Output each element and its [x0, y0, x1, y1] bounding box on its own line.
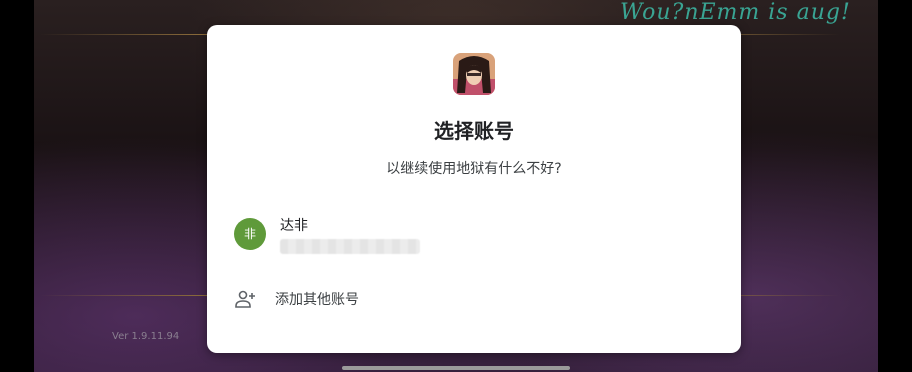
version-label: Ver 1.9.11.94: [112, 331, 180, 342]
person-add-icon: [233, 287, 257, 311]
account-item[interactable]: 非 达非: [207, 207, 741, 263]
add-account-label: 添加其他账号: [275, 292, 359, 308]
dialog-subtitle: 以继续使用地狱有什么不好?: [386, 161, 562, 177]
screen: Wou?nEmm is aug! Ver 1.9.11.94 选择账号 以继续使…: [0, 0, 912, 372]
account-name: 达非: [280, 218, 308, 234]
add-account-button[interactable]: 添加其他账号: [207, 279, 741, 319]
app-character-icon: [453, 53, 495, 95]
home-indicator[interactable]: [342, 366, 570, 370]
avatar: 非: [234, 218, 266, 250]
account-email-redacted: [280, 239, 420, 254]
game-title-art: Wou?nEmm is aug!: [620, 0, 851, 25]
account-chooser-dialog: 选择账号 以继续使用地狱有什么不好? 非 达非 添加其他账号: [207, 25, 741, 353]
dialog-title: 选择账号: [434, 119, 514, 143]
